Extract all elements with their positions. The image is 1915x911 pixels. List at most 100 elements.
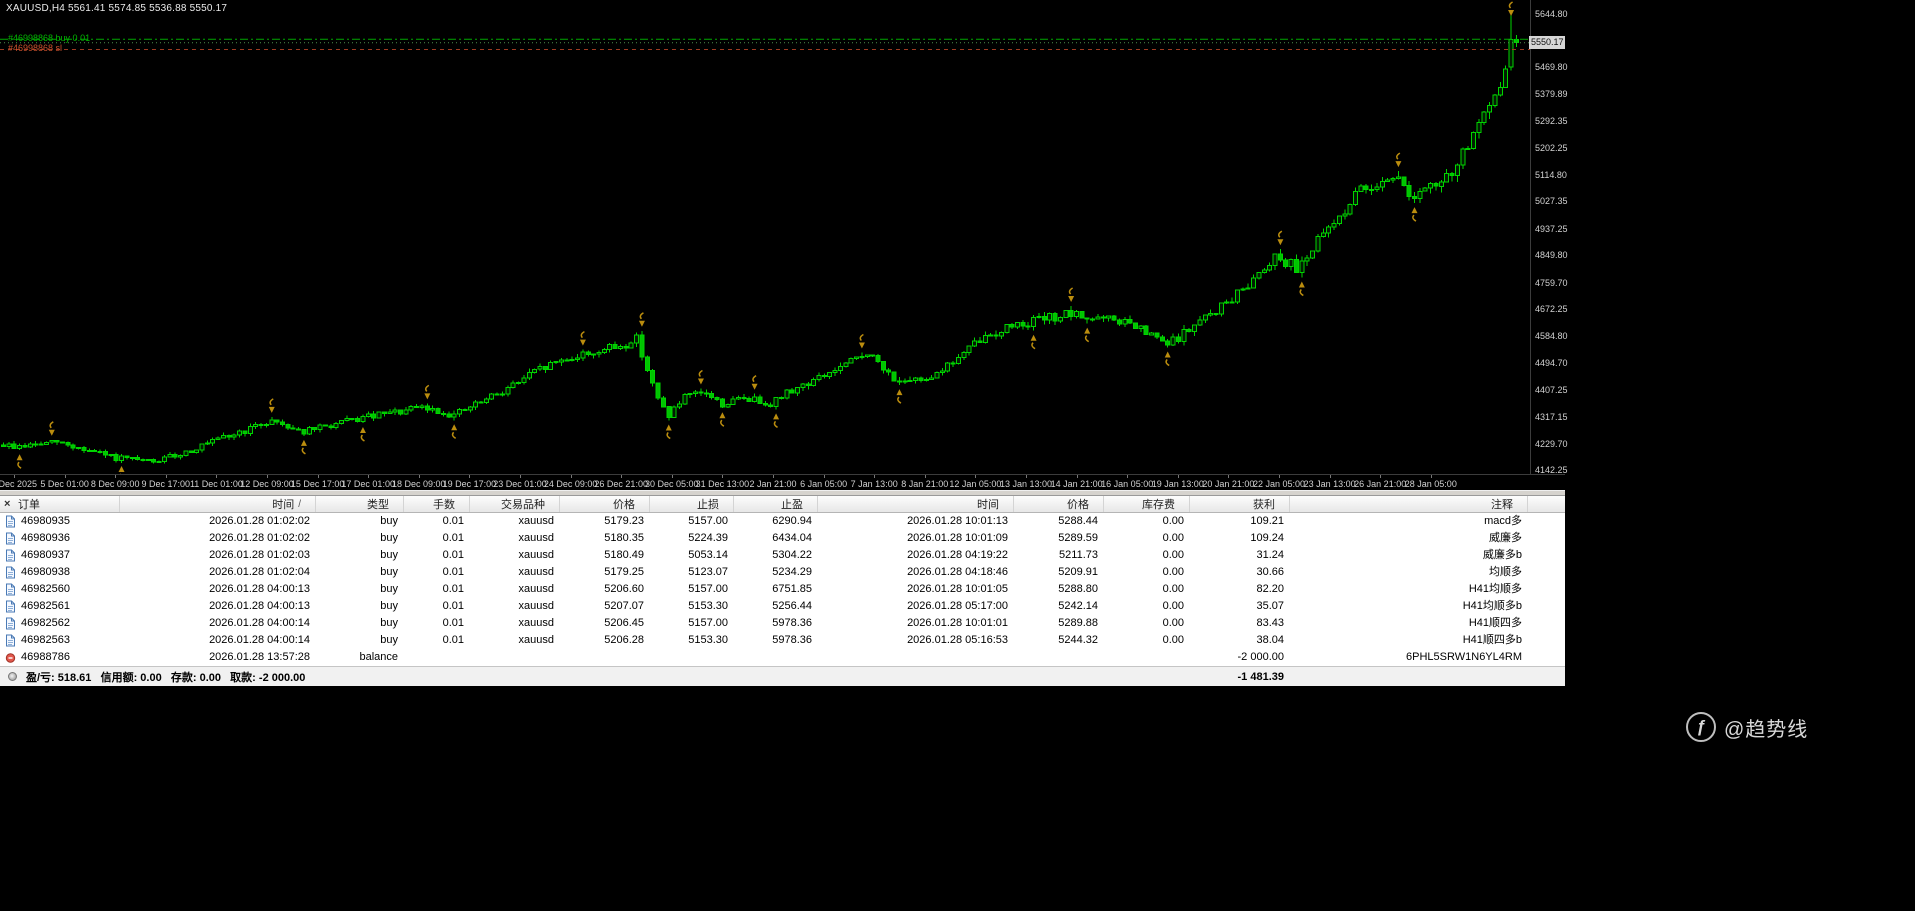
cell-order: 46980937: [0, 547, 120, 564]
cell-take-profit: 5256.44: [734, 598, 818, 615]
time-axis-label: 9 Dec 17:00: [142, 479, 191, 489]
cell-close-price: 5209.91: [1014, 564, 1104, 581]
chart-panel[interactable]: XAUUSD,H4 5561.41 5574.85 5536.88 5550.1…: [0, 0, 1565, 490]
time-axis-tick: [1431, 475, 1432, 478]
time-axis-label: 6 Jan 05:00: [800, 479, 847, 489]
price-axis-label: 4584.80: [1535, 331, 1568, 341]
col-header-open-time[interactable]: 时间/: [120, 496, 316, 512]
cell-open-price: 5180.35: [560, 530, 650, 547]
cell-order: 46988786: [0, 649, 120, 666]
cell-open-price: 5179.23: [560, 513, 650, 530]
cell-open-time: 2026.01.28 04:00:14: [120, 632, 316, 649]
time-axis-label: 15 Dec 17:00: [291, 479, 345, 489]
cell-comment: H41顺四多: [1290, 615, 1528, 632]
cell-open-time: 2026.01.28 04:00:13: [120, 598, 316, 615]
time-axis-label: 19 Dec 17:00: [443, 479, 497, 489]
col-header-close-time[interactable]: 时间: [818, 496, 1014, 512]
watermark-logo-icon: ƒ: [1686, 712, 1716, 742]
cell-swap: 0.00: [1104, 564, 1190, 581]
time-axis-label: 20 Jan 21:00: [1202, 479, 1254, 489]
col-header-lots[interactable]: 手数: [404, 496, 470, 512]
cell-open-time: 2026.01.28 01:02:04: [120, 564, 316, 581]
col-header-profit[interactable]: 获利: [1190, 496, 1290, 512]
col-header-symbol[interactable]: 交易品种: [470, 496, 560, 512]
time-axis-tick: [216, 475, 217, 478]
table-row[interactable]: 469809382026.01.28 01:02:04buy0.01xauusd…: [0, 564, 1565, 581]
cell-comment: 威廉多: [1290, 530, 1528, 547]
time-axis-label: 16 Jan 05:00: [1101, 479, 1153, 489]
time-axis-label: 8 Dec 09:00: [91, 479, 140, 489]
time-axis-tick: [1380, 475, 1381, 478]
time-axis-label: 19 Jan 13:00: [1152, 479, 1204, 489]
table-row[interactable]: 469825602026.01.28 04:00:13buy0.01xauusd…: [0, 581, 1565, 598]
cell-stop-loss: 5157.00: [650, 615, 734, 632]
time-axis-label: 28 Jan 05:00: [1405, 479, 1457, 489]
cell-type: buy: [316, 530, 404, 547]
table-row[interactable]: 469825622026.01.28 04:00:14buy0.01xauusd…: [0, 615, 1565, 632]
price-axis-label: 5292.35: [1535, 116, 1568, 126]
cell-profit: 30.66: [1190, 564, 1290, 581]
col-header-stop-loss[interactable]: 止损: [650, 496, 734, 512]
balance-icon: [5, 651, 16, 664]
table-row[interactable]: 469887862026.01.28 13:57:28balance-2 000…: [0, 649, 1565, 666]
cell-swap: 0.00: [1104, 530, 1190, 547]
col-header-open-price[interactable]: 价格: [560, 496, 650, 512]
time-axis-label: 12 Jan 05:00: [949, 479, 1001, 489]
price-axis-label: 4407.25: [1535, 385, 1568, 395]
time-axis-tick: [520, 475, 521, 478]
cell-lots: 0.01: [404, 530, 470, 547]
candlestick-chart[interactable]: [0, 0, 1530, 474]
cell-lots: 0.01: [404, 632, 470, 649]
col-header-take-profit[interactable]: 止盈: [734, 496, 818, 512]
cell-stop-loss: 5153.30: [650, 632, 734, 649]
sort-indicator-icon: /: [298, 499, 301, 510]
close-terminal-button[interactable]: ×: [4, 497, 10, 512]
col-header-swap[interactable]: 库存费: [1104, 496, 1190, 512]
cell-order: 46982560: [0, 581, 120, 598]
order-icon: [5, 566, 16, 579]
cell-take-profit: 5978.36: [734, 632, 818, 649]
time-axis-tick: [469, 475, 470, 478]
cell-open-price: 5180.49: [560, 547, 650, 564]
cell-comment: 均顺多: [1290, 564, 1528, 581]
time-axis[interactable]: 3 Dec 20255 Dec 01:008 Dec 09:009 Dec 17…: [0, 474, 1565, 490]
cell-swap: 0.00: [1104, 581, 1190, 598]
cell-close-price: 5242.14: [1014, 598, 1104, 615]
col-header-type[interactable]: 类型: [316, 496, 404, 512]
cell-take-profit: 5304.22: [734, 547, 818, 564]
time-axis-tick: [1127, 475, 1128, 478]
time-axis-label: 3 Dec 2025: [0, 479, 37, 489]
cell-type: buy: [316, 564, 404, 581]
cell-lots: 0.01: [404, 513, 470, 530]
cell-swap: 0.00: [1104, 615, 1190, 632]
cell-comment: H41均顺多b: [1290, 598, 1528, 615]
price-axis-label: 4494.70: [1535, 358, 1568, 368]
cell-order: 46982562: [0, 615, 120, 632]
order-icon: [5, 600, 16, 613]
cell-profit: 35.07: [1190, 598, 1290, 615]
col-header-close-price[interactable]: 价格: [1014, 496, 1104, 512]
price-axis-label: 5027.35: [1535, 196, 1568, 206]
time-axis-label: 2 Jan 21:00: [749, 479, 796, 489]
price-axis[interactable]: 5644.805469.805379.895292.355202.255114.…: [1530, 0, 1565, 474]
cell-open-time: 2026.01.28 01:02:02: [120, 530, 316, 547]
cell-close-time: 2026.01.28 04:19:22: [818, 547, 1014, 564]
cell-swap: 0.00: [1104, 598, 1190, 615]
cell-comment: 威廉多b: [1290, 547, 1528, 564]
table-row[interactable]: 469809362026.01.28 01:02:02buy0.01xauusd…: [0, 530, 1565, 547]
time-axis-tick: [14, 475, 15, 478]
price-axis-label: 4229.70: [1535, 439, 1568, 449]
table-row[interactable]: 469825632026.01.28 04:00:14buy0.01xauusd…: [0, 632, 1565, 649]
cell-symbol: xauusd: [470, 615, 560, 632]
col-header-comment[interactable]: 注释: [1290, 496, 1528, 512]
table-row[interactable]: 469825612026.01.28 04:00:13buy0.01xauusd…: [0, 598, 1565, 615]
col-header-order[interactable]: 订单: [0, 496, 120, 512]
table-row[interactable]: 469809352026.01.28 01:02:02buy0.01xauusd…: [0, 513, 1565, 530]
watermark-text: @趋势线: [1724, 713, 1808, 742]
table-row[interactable]: 469809372026.01.28 01:02:03buy0.01xauusd…: [0, 547, 1565, 564]
cell-take-profit: 6290.94: [734, 513, 818, 530]
time-axis-tick: [773, 475, 774, 478]
account-summary: 盈/亏: 518.61 信用额: 0.00 存款: 0.00 取款: -2 00…: [26, 669, 305, 685]
time-axis-tick: [672, 475, 673, 478]
terminal-header: × 订单时间/类型手数交易品种价格止损止盈时间价格库存费获利注释: [0, 496, 1565, 513]
